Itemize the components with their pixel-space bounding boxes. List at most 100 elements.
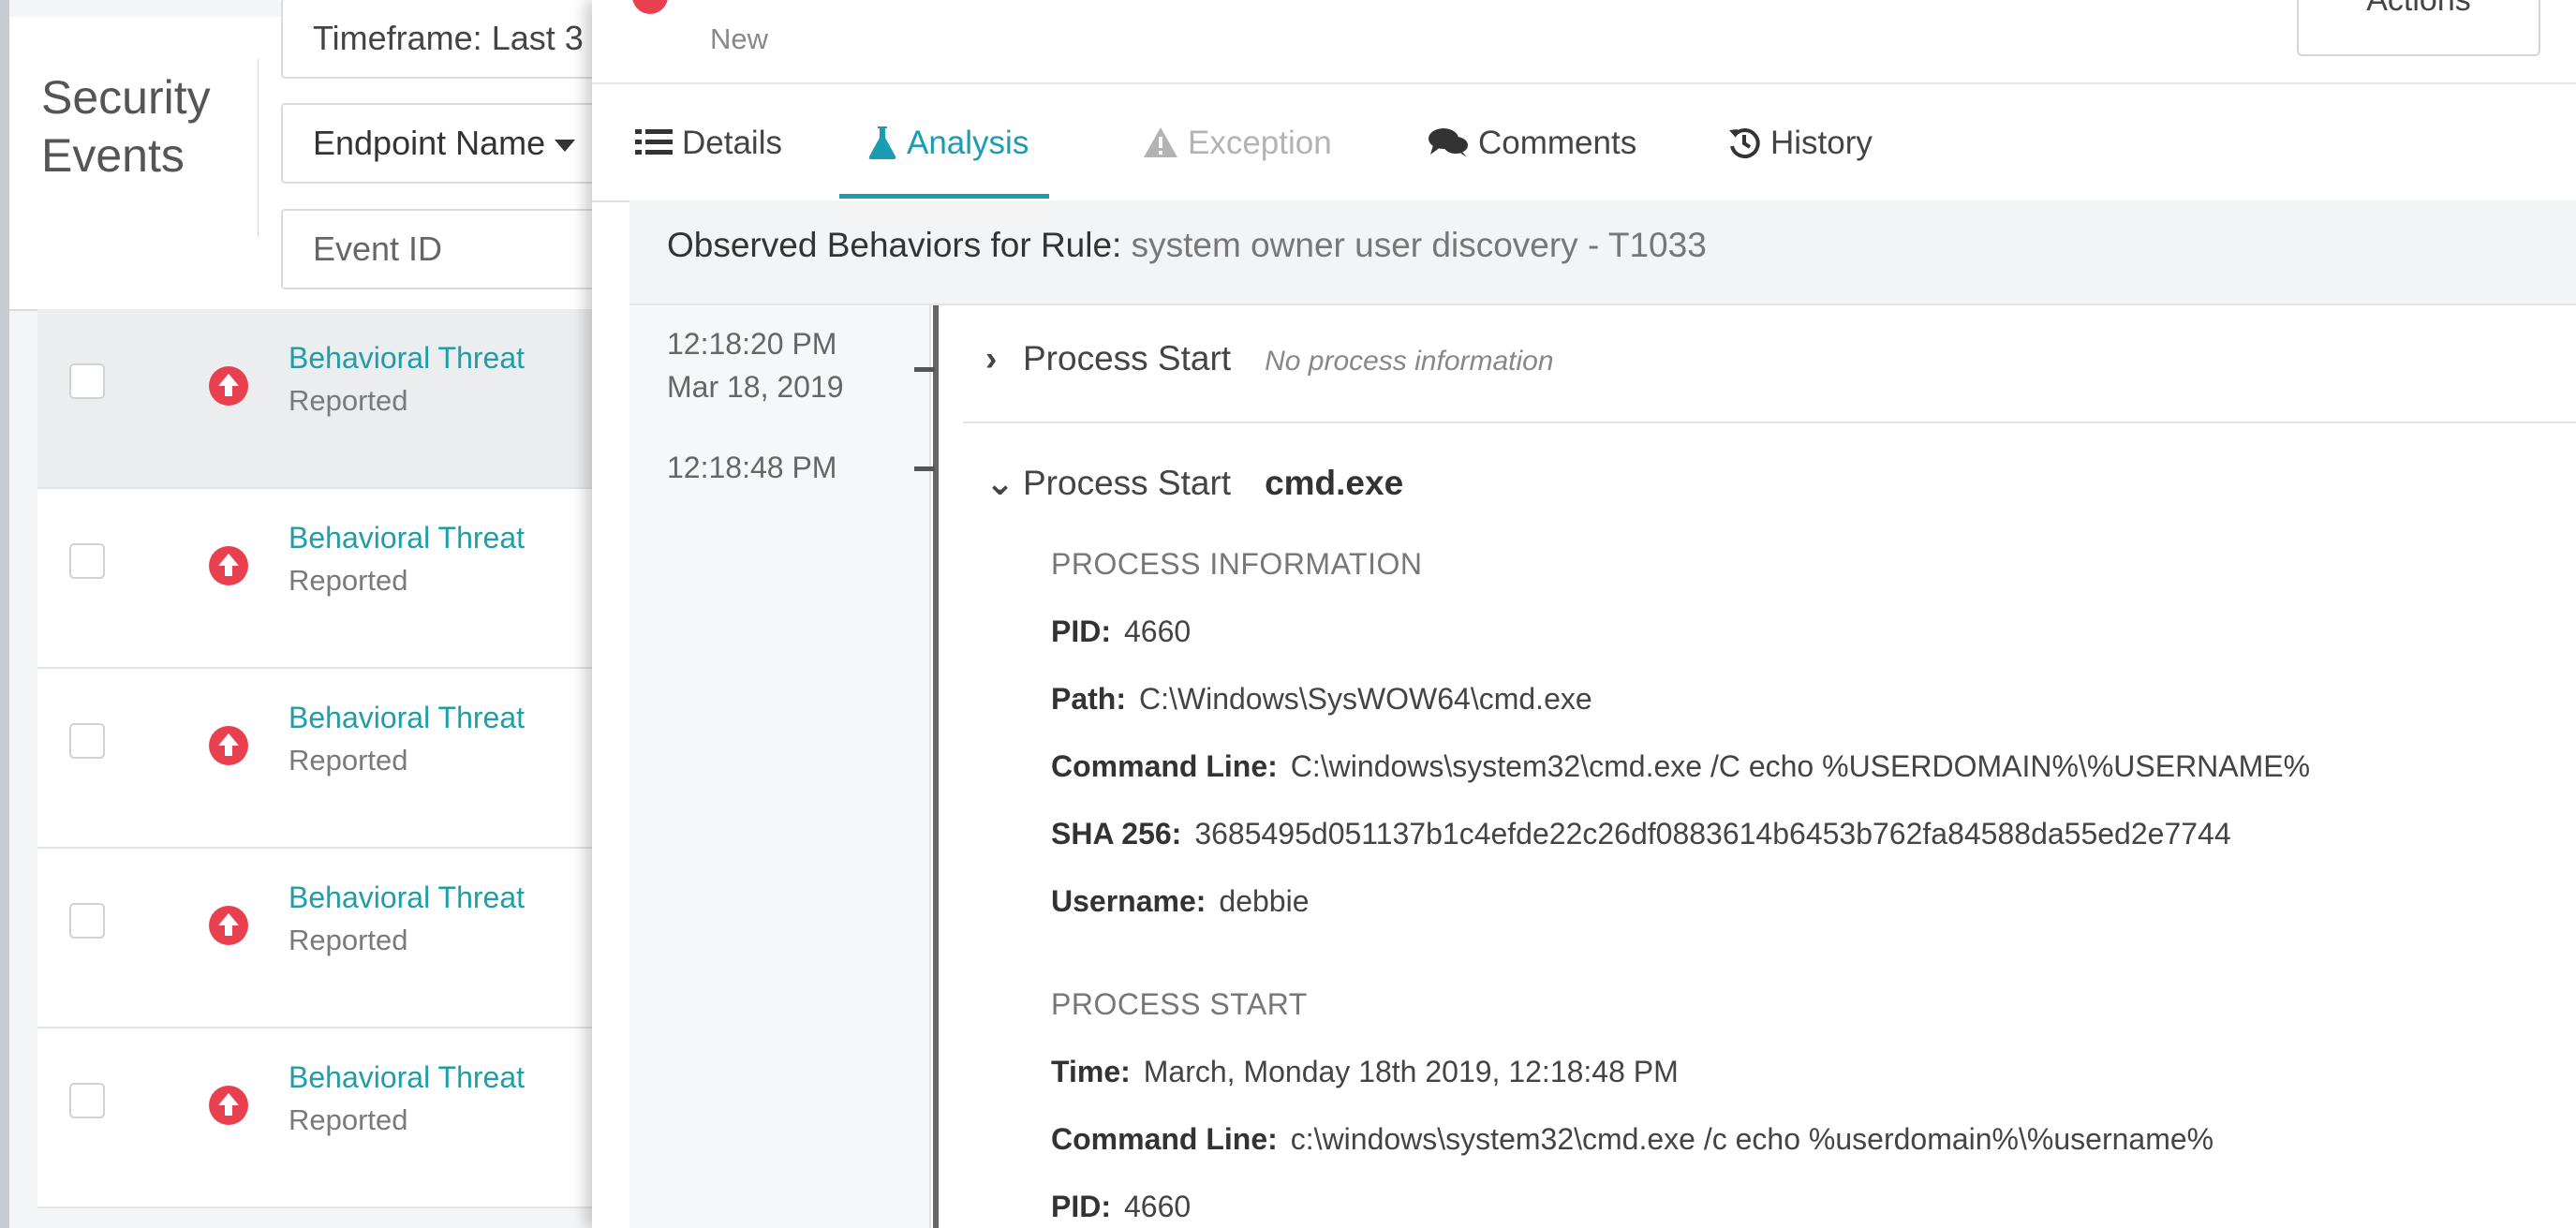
behavior-timeline: 12:18:20 PM Mar 18, 2019 › Process Start N… <box>629 305 2576 1228</box>
event-title-link[interactable]: Behavioral Threat <box>289 341 525 376</box>
list-icon <box>635 128 673 155</box>
threat-up-arrow-icon <box>209 366 248 406</box>
start-command-line-label: Command Line: <box>1051 1122 1278 1156</box>
event-status: Reported <box>289 1103 408 1136</box>
event-id-placeholder: Event ID <box>313 229 443 268</box>
rule-bar: Observed Behaviors for Rule: system owne… <box>629 200 2576 305</box>
timeline-tick <box>914 367 935 372</box>
threat-up-arrow-icon <box>209 546 248 585</box>
row-checkbox[interactable] <box>69 723 105 759</box>
rule-prefix: Observed Behaviors for Rule: <box>667 226 1122 264</box>
username-label: Username: <box>1051 884 1207 918</box>
tab-details[interactable]: Details <box>635 84 782 199</box>
event-title-link[interactable]: Behavioral Threat <box>289 521 525 555</box>
caret-down-icon <box>555 139 576 152</box>
detail-tabs: Details Analysis Exception Comments Hist… <box>592 84 2576 202</box>
event-title-link[interactable]: Behavioral Threat <box>289 701 525 735</box>
pid-label: PID: <box>1051 614 1111 648</box>
tab-history-label: History <box>1770 125 1873 161</box>
start-command-line-row: Command Line: c:\windows\system32\cmd.exe… <box>1051 1122 2213 1157</box>
rule-name: system owner user discovery - T1033 <box>1131 226 1707 264</box>
history-icon <box>1729 127 1760 158</box>
endpoint-name-label: Endpoint Name <box>313 124 546 162</box>
left-edge-strip <box>0 0 9 1228</box>
event-status: Reported <box>289 744 408 777</box>
tab-exception-label: Exception <box>1188 125 1332 161</box>
status-label: New <box>710 22 769 55</box>
pid-row: PID: 4660 <box>1051 614 1191 649</box>
event-status: Reported <box>289 384 408 417</box>
process-information-heading: PROCESS INFORMATION <box>1051 547 1423 581</box>
warning-icon <box>1144 126 1177 157</box>
event-title-link[interactable]: Behavioral Threat <box>289 1060 525 1095</box>
chevron-down-icon: ⌄ <box>985 464 1015 502</box>
process-start-heading: PROCESS START <box>1051 987 1308 1021</box>
row-checkbox[interactable] <box>69 1083 105 1118</box>
username-value: debbie <box>1219 884 1310 918</box>
entry-time: 12:18:20 PM <box>667 327 837 361</box>
start-pid-label: PID: <box>1051 1190 1111 1223</box>
timeframe-filter-label: Timeframe: Last 3 <box>313 19 584 57</box>
entry-note: No process information <box>1265 346 1554 377</box>
row-checkbox[interactable] <box>69 903 105 939</box>
process-name: cmd.exe <box>1265 464 1404 502</box>
events-header: Security Events Timeframe: Last 3 Endpoi… <box>9 0 656 311</box>
event-detail-drawer: New Actions Details Analysis Exception C… <box>592 0 2576 1228</box>
flask-icon <box>868 126 896 159</box>
entry-title: Process Start <box>1023 339 1232 377</box>
start-pid-row: PID: 4660 <box>1051 1190 1191 1224</box>
row-checkbox[interactable] <box>69 363 105 399</box>
entry-time: 12:18:48 PM <box>667 451 837 484</box>
entry-date: Mar 18, 2019 <box>667 370 844 404</box>
sha256-value: 3685495d051137b1c4efde22c26df0883614b645… <box>1194 817 2231 851</box>
username-row: Username: debbie <box>1051 884 1310 919</box>
entry-header-expanded[interactable]: ⌄ Process Start cmd.exe <box>985 463 1403 503</box>
tab-analysis-label: Analysis <box>907 125 1029 161</box>
drawer-header: New Actions <box>592 0 2576 84</box>
pid-value: 4660 <box>1124 614 1192 648</box>
event-status: Reported <box>289 924 408 956</box>
start-time-row: Time: March, Monday 18th 2019, 12:18:48 P… <box>1051 1055 1679 1089</box>
tab-details-label: Details <box>682 125 782 161</box>
path-value: C:\Windows\SysWOW64\cmd.exe <box>1139 682 1592 716</box>
sha256-label: SHA 256: <box>1051 817 1182 851</box>
chevron-right-icon: › <box>985 339 998 377</box>
start-command-line-value: c:\windows\system32\cmd.exe /c echo %use… <box>1290 1122 2214 1156</box>
tab-comments[interactable]: Comments <box>1428 84 1636 199</box>
tab-history[interactable]: History <box>1727 84 1873 199</box>
path-row: Path: C:\Windows\SysWOW64\cmd.exe <box>1051 682 1592 717</box>
sha256-row: SHA 256: 3685495d051137b1c4efde22c26df088… <box>1051 817 2231 851</box>
entry-header-collapsed[interactable]: › Process Start No process information <box>985 339 1554 378</box>
tab-analysis[interactable]: Analysis <box>839 84 1049 199</box>
threat-up-arrow-icon <box>209 1086 248 1125</box>
timeline-tick <box>914 466 935 471</box>
event-title-link[interactable]: Behavioral Threat <box>289 880 525 915</box>
tab-exception[interactable]: Exception <box>1143 84 1332 199</box>
tab-comments-label: Comments <box>1478 125 1637 161</box>
start-time-label: Time: <box>1051 1055 1131 1088</box>
event-row[interactable]: Behavioral Threat Reported <box>37 489 618 669</box>
comments-icon <box>1429 127 1468 157</box>
command-line-value: C:\windows\system32\cmd.exe /C echo %USE… <box>1290 749 2311 783</box>
event-row[interactable]: Behavioral Threat Reported <box>37 669 618 849</box>
page-title: Security Events <box>41 71 211 182</box>
threat-up-arrow-icon <box>209 726 248 765</box>
event-row[interactable]: Behavioral Threat Reported <box>37 1028 618 1208</box>
command-line-label: Command Line: <box>1051 749 1278 783</box>
event-row[interactable]: Behavioral Threat Reported <box>37 849 618 1028</box>
row-checkbox[interactable] <box>69 543 105 579</box>
timeline-line <box>933 305 939 1228</box>
entry-title: Process Start <box>1023 464 1232 502</box>
security-events-panel: Security Events Timeframe: Last 3 Endpoi… <box>0 0 656 1228</box>
start-pid-value: 4660 <box>1124 1190 1192 1223</box>
event-status: Reported <box>289 564 408 597</box>
timeline-time-column <box>629 305 931 1228</box>
start-time-value: March, Monday 18th 2019, 12:18:48 PM <box>1143 1055 1679 1088</box>
event-row[interactable]: Behavioral Threat Reported <box>37 309 618 489</box>
command-line-row: Command Line: C:\windows\system32\cmd.exe… <box>1051 749 2310 784</box>
header-divider <box>258 59 259 237</box>
threat-up-arrow-icon <box>209 906 248 945</box>
actions-button[interactable]: Actions <box>2297 0 2540 56</box>
path-label: Path: <box>1051 682 1126 716</box>
entry-divider <box>963 422 2576 423</box>
